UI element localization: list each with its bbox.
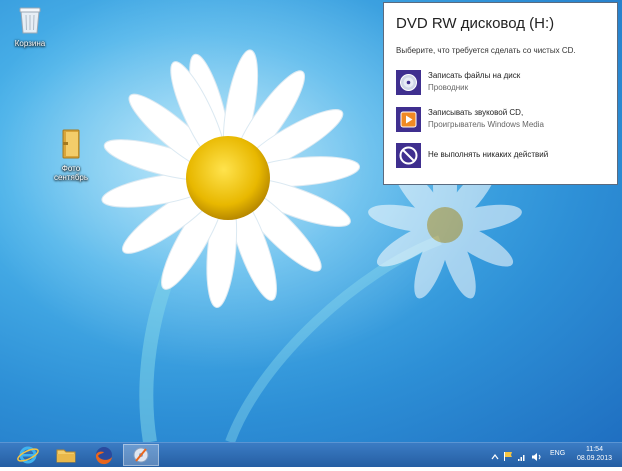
clock-date: 08.09.2013 xyxy=(576,455,612,462)
folder-icon xyxy=(48,449,84,470)
option-app: Проводник xyxy=(428,83,469,92)
action-center-flag-icon[interactable] xyxy=(503,449,513,467)
taskbar-firefox[interactable] xyxy=(86,444,122,466)
no-action-icon xyxy=(396,143,421,168)
option-label: Записывать звуковой CD, xyxy=(428,108,524,117)
disc-burn-app-icon xyxy=(124,447,158,469)
autoplay-dialog: DVD RW дисковод (H:) Выберите, что требу… xyxy=(383,2,618,185)
autoplay-title: DVD RW дисковод (H:) xyxy=(396,15,555,32)
volume-icon[interactable] xyxy=(531,449,543,467)
clock-time: 11:54 xyxy=(585,446,603,453)
folder-icon xyxy=(41,128,101,162)
media-player-icon xyxy=(396,107,421,132)
desktop-icon-recycle-bin[interactable]: Корзина xyxy=(0,5,60,48)
internet-explorer-icon xyxy=(10,446,46,470)
clock[interactable]: 11:54 08.09.2013 xyxy=(577,445,612,463)
taskbar: ENG 11:54 08.09.2013 xyxy=(0,442,622,467)
autoplay-subtitle: Выберите, что требуется сделать со чисты… xyxy=(396,46,576,55)
desktop-icon-folder[interactable]: Фото сентябрь xyxy=(41,128,101,182)
taskbar-internet-explorer[interactable] xyxy=(10,444,46,466)
desktop-icon-label: Корзина xyxy=(14,39,46,48)
network-icon[interactable] xyxy=(517,449,527,467)
option-take-no-action[interactable]: Не выполнять никаких действий xyxy=(396,143,611,169)
desktop-icon-label: сентябрь xyxy=(53,173,89,182)
option-burn-files[interactable]: Записать файлы на диск Проводник xyxy=(396,70,611,96)
language-indicator[interactable]: ENG xyxy=(550,450,565,457)
option-app: Проигрыватель Windows Media xyxy=(428,120,544,129)
option-label: Не выполнять никаких действий xyxy=(428,150,549,159)
recycle-bin-icon xyxy=(0,5,60,37)
firefox-icon xyxy=(86,447,122,470)
option-burn-audio[interactable]: Записывать звуковой CD, Проигрыватель Wi… xyxy=(396,107,611,133)
taskbar-disc-burner[interactable] xyxy=(123,444,159,466)
show-hidden-icons-icon[interactable] xyxy=(491,449,499,467)
taskbar-file-explorer[interactable] xyxy=(48,444,84,466)
desktop-icon-label: Фото xyxy=(61,164,81,173)
desktop: Корзина Фото сентябрь DVD RW дисковод (H… xyxy=(0,0,622,442)
burn-disc-icon xyxy=(396,70,421,95)
option-label: Записать файлы на диск xyxy=(428,71,521,80)
